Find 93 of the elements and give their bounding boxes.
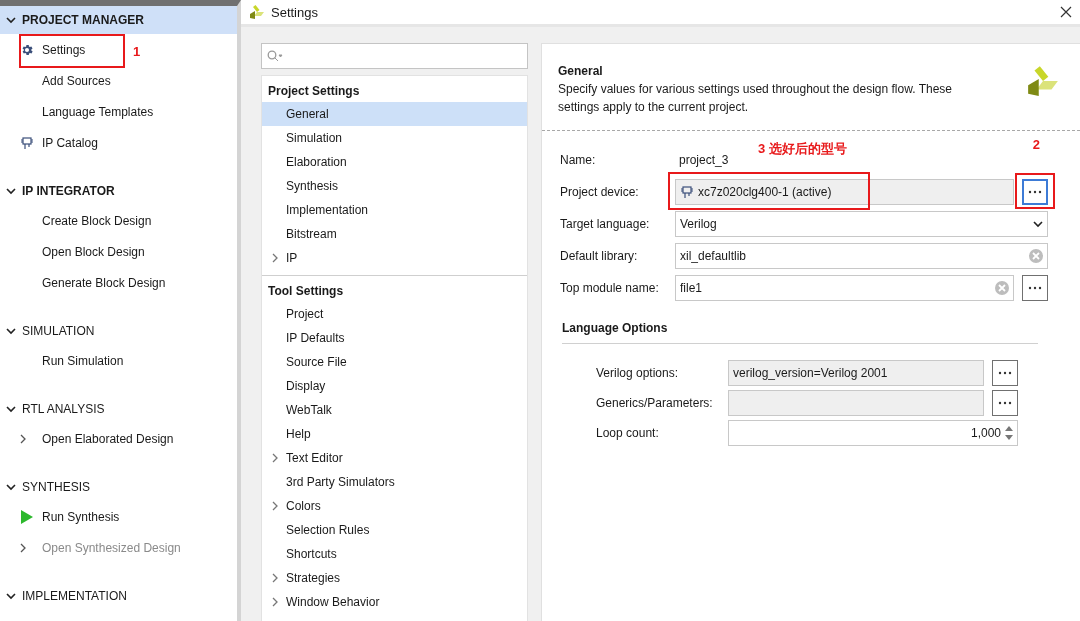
chevron-icon bbox=[20, 433, 27, 444]
nav-item[interactable]: IP Catalog bbox=[42, 135, 98, 150]
chevron-icon bbox=[272, 597, 279, 607]
section-header[interactable]: PROJECT MANAGER bbox=[0, 6, 237, 34]
options-button[interactable] bbox=[992, 390, 1018, 416]
chip-icon bbox=[20, 135, 34, 150]
play-icon bbox=[20, 509, 33, 524]
chevron-icon bbox=[6, 16, 16, 24]
tree-item[interactable]: Simulation bbox=[262, 126, 527, 150]
tree-item[interactable]: WebTalk bbox=[262, 398, 527, 422]
spinner-arrows-icon[interactable] bbox=[1005, 424, 1013, 442]
section-title: Language Options bbox=[562, 321, 1038, 344]
field-label: Top module name: bbox=[560, 281, 660, 295]
tree-item[interactable]: Selection Rules bbox=[262, 518, 527, 542]
browse-button[interactable] bbox=[1022, 179, 1048, 205]
tree-item[interactable]: Text Editor bbox=[262, 446, 527, 470]
ellipsis-icon bbox=[998, 371, 1012, 375]
nav-item[interactable]: Generate Block Design bbox=[42, 275, 166, 290]
section-header[interactable]: RTL ANALYSIS bbox=[0, 395, 237, 423]
tree-item[interactable]: Bitstream bbox=[262, 222, 527, 246]
section-header[interactable]: SIMULATION bbox=[0, 317, 237, 345]
close-icon[interactable] bbox=[1060, 6, 1072, 18]
nav-item[interactable]: Language Templates bbox=[42, 104, 154, 119]
section-header[interactable]: SYNTHESIS bbox=[0, 473, 237, 501]
tree-item[interactable]: Display bbox=[262, 374, 527, 398]
readonly-field: verilog_version=Verilog 2001 bbox=[728, 360, 984, 386]
field-label: Verilog options: bbox=[596, 366, 680, 380]
chevron-icon bbox=[272, 453, 279, 463]
tree-item[interactable]: IP Defaults bbox=[262, 326, 527, 350]
annotation-label: 2 bbox=[1032, 137, 1040, 152]
section-header[interactable]: IP INTEGRATOR bbox=[0, 177, 237, 205]
tree-item[interactable]: IP bbox=[262, 246, 527, 270]
tree-item[interactable]: Colors bbox=[262, 494, 527, 518]
nav-item[interactable]: Run Simulation bbox=[42, 353, 124, 368]
page-title: General bbox=[558, 64, 604, 78]
section-header[interactable]: IMPLEMENTATION bbox=[0, 582, 237, 610]
tree-item[interactable]: General bbox=[262, 102, 527, 126]
nav-item[interactable]: Add Sources bbox=[42, 73, 111, 88]
tree-item[interactable]: Window Behavior bbox=[262, 590, 527, 614]
language-dropdown[interactable]: Verilog bbox=[675, 211, 1048, 237]
chevron-icon bbox=[272, 253, 279, 263]
input-field[interactable]: xil_defaultlib bbox=[675, 243, 1048, 269]
ellipsis-icon bbox=[998, 401, 1012, 405]
chevron-icon bbox=[6, 187, 16, 195]
options-button[interactable] bbox=[992, 360, 1018, 386]
logo-icon bbox=[1026, 64, 1060, 98]
tree-item[interactable]: Strategies bbox=[262, 566, 527, 590]
field-label: Target language: bbox=[560, 217, 651, 231]
gear-icon bbox=[20, 42, 34, 57]
tree-item[interactable]: Implementation bbox=[262, 198, 527, 222]
tree-item[interactable]: Shortcuts bbox=[262, 542, 527, 566]
number-spinner[interactable]: 1,000 bbox=[728, 420, 1018, 446]
tree-item[interactable]: 3rd Party Simulators bbox=[262, 470, 527, 494]
chevron-icon bbox=[6, 327, 16, 335]
nav-item[interactable]: Run Synthesis bbox=[42, 509, 120, 524]
window-title: Settings bbox=[271, 4, 319, 20]
field-label: Generics/Parameters: bbox=[596, 396, 714, 410]
field-value: project_3 bbox=[678, 153, 729, 167]
chevron-icon bbox=[6, 405, 16, 413]
nav-item[interactable]: Open Elaborated Design bbox=[42, 431, 174, 446]
page-description: Specify values for various settings used throughout the design flow. These settings apply to the current project. bbox=[558, 81, 953, 116]
tree-item[interactable]: Source File bbox=[262, 350, 527, 374]
ellipsis-icon bbox=[1028, 190, 1042, 194]
search-icon bbox=[267, 50, 283, 62]
field-label: Default library: bbox=[560, 249, 639, 263]
chip-icon bbox=[680, 185, 694, 199]
tree-item[interactable]: Elaboration bbox=[262, 150, 527, 174]
tree-item[interactable]: Help bbox=[262, 422, 527, 446]
search-field[interactable] bbox=[261, 43, 528, 69]
ellipsis-icon bbox=[1028, 286, 1042, 290]
logo-icon bbox=[249, 4, 265, 20]
chevron-icon bbox=[6, 483, 16, 491]
annotation-label: 1 bbox=[133, 44, 141, 59]
chevron-icon bbox=[6, 592, 16, 600]
field-label: Project device: bbox=[560, 185, 640, 199]
tree-item[interactable]: Project bbox=[262, 302, 527, 326]
chevron-icon bbox=[272, 501, 279, 511]
browse-button[interactable] bbox=[1022, 275, 1048, 301]
chevron-icon bbox=[1033, 220, 1043, 228]
highlight-frame bbox=[1015, 173, 1055, 209]
tree-group-header: Project Settings bbox=[267, 83, 361, 100]
field-label: Loop count: bbox=[596, 426, 660, 440]
field-label: Name: bbox=[560, 153, 597, 167]
chevron-icon bbox=[272, 573, 279, 583]
chevron-icon bbox=[20, 542, 27, 553]
input-field[interactable]: file1 bbox=[675, 275, 1014, 301]
tree-item[interactable]: Synthesis bbox=[262, 174, 527, 198]
nav-item[interactable]: Settings bbox=[42, 42, 86, 57]
nav-item[interactable]: Open Block Design bbox=[42, 244, 145, 259]
device-field: xc7z020clg400-1 (active) bbox=[675, 179, 1014, 205]
annotation-label: 3 选好后的型号 bbox=[758, 140, 847, 158]
tree-group-header: Tool Settings bbox=[267, 283, 345, 300]
nav-item[interactable]: Create Block Design bbox=[42, 213, 152, 228]
